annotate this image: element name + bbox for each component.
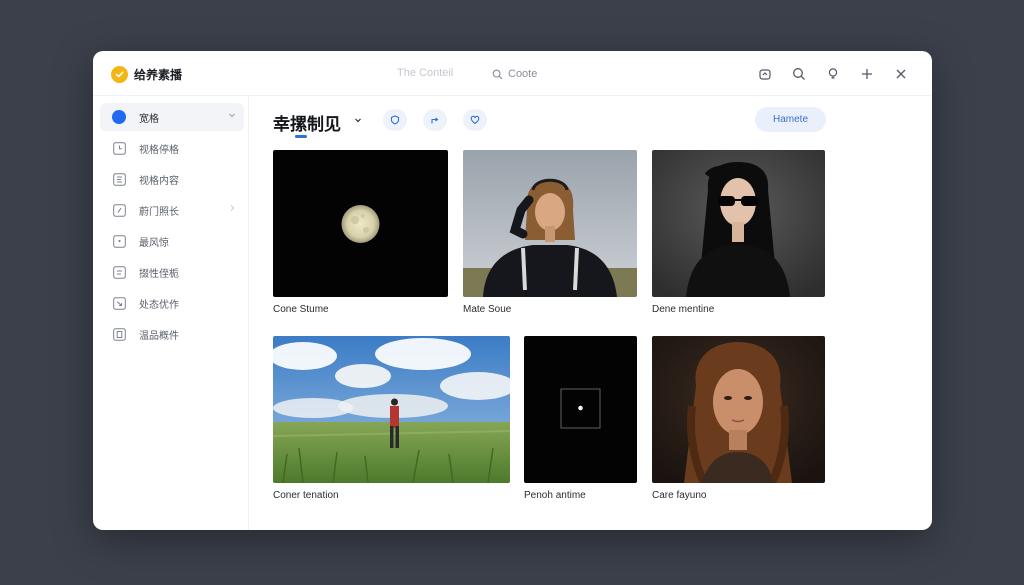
- sidebar-item-label: 视格内容: [139, 175, 179, 187]
- search-icon[interactable]: [788, 64, 810, 84]
- gallery-card[interactable]: Penoh antime: [524, 336, 637, 506]
- sidebar: 宽格 视格停格 视格内容 蔚门照长 最风惊 掇性侄栀 处态优作 温品概件: [93, 96, 249, 530]
- frame-icon: [112, 172, 126, 186]
- sidebar-item-7[interactable]: 温品概件: [100, 320, 244, 348]
- arrow-box-icon: [112, 296, 126, 310]
- dark-square-photo: [524, 336, 637, 483]
- title-bar: 给养素播 The Conteil Coote: [93, 51, 932, 96]
- sidebar-item-5[interactable]: 掇性侄栀: [100, 258, 244, 286]
- share-icon[interactable]: [754, 64, 776, 84]
- sidebar-item-3[interactable]: 蔚门照长: [100, 196, 244, 224]
- sidebar-item-label: 视格停格: [139, 144, 179, 156]
- app-title: 给养素播: [134, 68, 183, 82]
- sidebar-item-label: 处态优作: [139, 299, 179, 311]
- titlebar-actions: [754, 64, 912, 84]
- list-icon: [112, 265, 126, 279]
- favorite-button[interactable]: [463, 109, 487, 131]
- app-logo-icon: [111, 66, 128, 83]
- sidebar-item-1[interactable]: 视格停格: [100, 134, 244, 162]
- gallery-card[interactable]: Dene mentine: [652, 150, 825, 320]
- dot-box-icon: [112, 234, 126, 248]
- sidebar-item-4[interactable]: 最风惊: [100, 227, 244, 255]
- sidebar-item-label: 蔚门照长: [139, 206, 179, 218]
- sidebar-item-label: 掇性侄栀: [139, 268, 179, 280]
- sidebar-item-label: 最风惊: [139, 237, 169, 249]
- edit-icon: [112, 203, 126, 217]
- card-caption: Cone Stume: [273, 304, 329, 315]
- gallery-card[interactable]: Mate Soue: [463, 150, 637, 320]
- share-button[interactable]: [423, 109, 447, 131]
- heart-icon: [470, 115, 480, 125]
- woman-sunglasses-photo: [652, 150, 825, 297]
- arrow-icon: [431, 117, 439, 124]
- sidebar-item-label: 温品概件: [139, 330, 179, 342]
- page-title: 幸摞制见: [273, 115, 341, 135]
- clock-icon: [112, 141, 126, 155]
- portrait-photo: [652, 336, 825, 483]
- title-underline: [295, 135, 307, 138]
- sidebar-item-label: 宽格: [139, 113, 159, 125]
- search-label: Coote: [508, 68, 538, 80]
- sidebar-item-0[interactable]: 宽格: [100, 103, 244, 131]
- sidebar-item-2[interactable]: 视格内容: [100, 165, 244, 193]
- bulb-icon[interactable]: [822, 64, 844, 84]
- search-icon: [492, 69, 503, 79]
- shield-button[interactable]: [383, 109, 407, 131]
- field-landscape-photo: [273, 336, 510, 483]
- context-label[interactable]: The Conteil: [397, 67, 453, 79]
- card-caption: Penoh antime: [524, 490, 586, 501]
- card-caption: Care fayuno: [652, 490, 707, 501]
- sidebar-item-6[interactable]: 处态优作: [100, 289, 244, 317]
- card-caption: Mate Soue: [463, 304, 512, 315]
- plus-icon[interactable]: [856, 64, 878, 84]
- search-box[interactable]: Coote: [492, 64, 537, 84]
- card-caption: Coner tenation: [273, 490, 339, 501]
- circle-icon: [112, 110, 126, 124]
- gallery-card[interactable]: Cone Stume: [273, 150, 448, 320]
- app-window: 给养素播 The Conteil Coote 宽格 视格停格 视格内容 蔚门照长…: [93, 51, 932, 530]
- chevron-down-icon: [229, 113, 235, 118]
- doc-icon: [112, 327, 126, 341]
- home-button[interactable]: Hamete: [755, 107, 826, 132]
- gallery-card[interactable]: Care fayuno: [652, 336, 825, 506]
- woman-headphones-photo: [463, 150, 637, 297]
- gallery-card[interactable]: Coner tenation: [273, 336, 510, 506]
- chevron-right-icon: [230, 205, 235, 211]
- shield-icon: [390, 115, 400, 125]
- moon-photo: [273, 150, 448, 297]
- close-icon[interactable]: [890, 64, 912, 84]
- card-caption: Dene mentine: [652, 304, 715, 315]
- chevron-down-icon[interactable]: [353, 115, 363, 125]
